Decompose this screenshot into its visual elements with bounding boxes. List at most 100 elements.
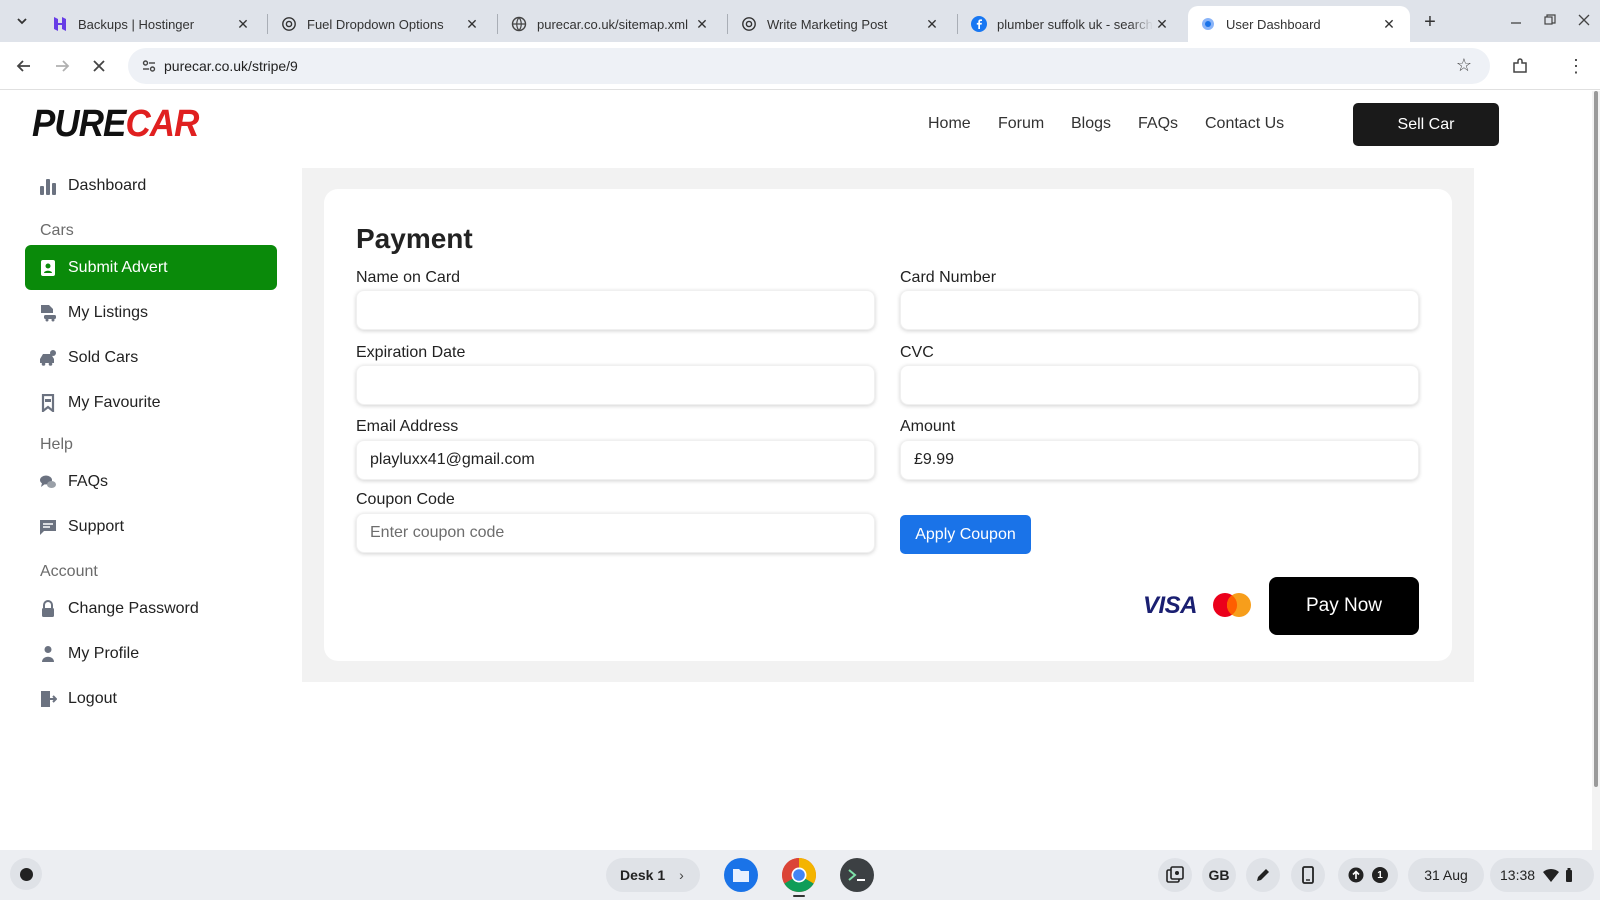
purecar-logo[interactable]: PURECAR [32,103,199,146]
sold-car-icon [38,348,58,368]
wifi-icon [1543,868,1560,882]
forward-arrow-icon[interactable] [50,54,74,78]
screen-capture-icon[interactable] [1158,858,1192,892]
tab-title: User Dashboard [1226,16,1321,32]
launcher-button[interactable] [10,858,42,890]
name-on-card-label: Name on Card [356,269,461,286]
date-display[interactable]: 31 Aug [1408,858,1484,892]
tab-facebook-search[interactable]: plumber suffolk uk - search ✕ [959,6,1183,42]
tab-user-dashboard[interactable]: User Dashboard ✕ [1188,6,1410,42]
phone-hub-icon[interactable] [1291,858,1325,892]
lock-icon [38,599,58,619]
openai-icon [741,16,757,32]
url-text: purecar.co.uk/stripe/9 [164,58,298,74]
email-address-input[interactable]: playluxx41@gmail.com [356,440,875,480]
sidebar-item-label: Support [68,517,125,535]
window-close-icon[interactable] [1570,8,1598,32]
close-icon[interactable]: ✕ [693,15,711,33]
sidebar-item-label: Change Password [68,599,199,617]
message-square-icon [38,517,58,537]
sell-car-button[interactable]: Sell Car [1353,103,1499,146]
sidebar-item-my-favourite[interactable]: My Favourite [25,380,277,425]
tab-divider [727,14,728,34]
tab-sitemap[interactable]: purecar.co.uk/sitemap.xml ✕ [499,6,723,42]
logout-door-icon [38,689,58,709]
sidebar-item-label: My Profile [68,644,140,662]
stop-loading-icon[interactable] [87,54,111,78]
upload-arrow-icon [1348,867,1364,883]
amount-input[interactable]: £9.99 [900,440,1419,480]
page-scrollbar[interactable] [1592,91,1600,850]
email-address-label: Email Address [356,418,459,435]
sidebar-item-faqs[interactable]: FAQs [25,459,277,504]
close-icon[interactable]: ✕ [1380,15,1398,33]
sidebar-item-my-profile[interactable]: My Profile [25,631,277,676]
new-tab-plus-icon[interactable]: + [1418,10,1442,34]
bookmark-star-icon[interactable]: ☆ [1456,55,1472,76]
sidebar-item-sold-cars[interactable]: Sold Cars [25,335,277,380]
close-icon[interactable]: ✕ [1153,15,1171,33]
tab-divider [497,14,498,34]
close-icon[interactable]: ✕ [234,15,252,33]
chat-bubbles-icon [38,472,58,492]
globe-icon [511,16,527,32]
sidebar-item-logout[interactable]: Logout [25,676,277,721]
tab-search-chevron-icon[interactable] [10,9,34,33]
close-icon[interactable]: ✕ [463,15,481,33]
notification-count-badge: 1 [1372,867,1388,883]
card-number-input[interactable] [900,290,1419,330]
sidebar-item-submit-advert[interactable]: Submit Advert [25,245,277,290]
browser-menu-icon[interactable]: ⋮ [1566,54,1586,78]
restore-icon[interactable] [1536,8,1564,32]
facebook-icon [971,16,987,32]
card-number-label: Card Number [900,269,997,286]
desk-switcher[interactable]: Desk 1 › [606,858,700,892]
name-on-card-input[interactable] [356,290,875,330]
hostinger-icon [52,16,68,32]
sidebar-heading-help: Help [40,436,73,453]
sidebar-item-my-listings[interactable]: My Listings [25,290,277,335]
nav-home[interactable]: Home [928,115,971,133]
scrollbar-thumb[interactable] [1594,91,1598,787]
sidebar-item-label: Submit Advert [68,258,168,276]
coupon-code-input[interactable]: Enter coupon code [356,513,875,553]
visa-logo: VISA [1143,592,1198,619]
sidebar-item-dashboard[interactable]: Dashboard [25,163,277,208]
tab-write-marketing-post[interactable]: Write Marketing Post ✕ [729,6,953,42]
expiration-date-input[interactable] [356,365,875,405]
apply-coupon-button[interactable]: Apply Coupon [900,515,1031,554]
cvc-label: CVC [900,344,934,361]
bar-chart-icon [38,176,58,196]
close-icon[interactable]: ✕ [923,15,941,33]
mastercard-logo-icon [1213,593,1251,617]
pay-now-button[interactable]: Pay Now [1269,577,1419,635]
tab-fuel-dropdown[interactable]: Fuel Dropdown Options ✕ [269,6,493,42]
sidebar-item-support[interactable]: Support [25,504,277,549]
nav-faqs[interactable]: FAQs [1138,115,1178,133]
nav-blogs[interactable]: Blogs [1071,115,1111,133]
status-area[interactable]: 13:38 [1490,858,1594,892]
stylus-pen-icon[interactable] [1246,858,1280,892]
tab-title: Fuel Dropdown Options [307,16,444,32]
sidebar-item-label: Logout [68,689,117,707]
chrome-app-icon[interactable] [782,858,816,892]
back-arrow-icon[interactable] [12,54,36,78]
terminal-app-icon[interactable] [840,858,874,892]
minimize-icon[interactable] [1502,8,1530,32]
openai-icon [281,16,297,32]
tab-backups-hostinger[interactable]: Backups | Hostinger ✕ [40,6,264,42]
nav-contact-us[interactable]: Contact Us [1205,115,1284,133]
notification-tray[interactable]: 1 [1338,858,1398,892]
nav-forum[interactable]: Forum [998,115,1044,133]
extensions-puzzle-icon[interactable] [1508,54,1532,78]
cvc-input[interactable] [900,365,1419,405]
desk-label: Desk 1 [620,867,666,883]
keyboard-layout-indicator[interactable]: GB [1202,858,1236,892]
sidebar-item-change-password[interactable]: Change Password [25,586,277,631]
files-app-icon[interactable] [724,858,758,892]
site-settings-icon[interactable] [140,57,158,75]
address-bar[interactable]: purecar.co.uk/stripe/9 ☆ [128,48,1490,84]
user-icon [38,644,58,664]
sidebar-item-label: Dashboard [68,176,147,194]
chevron-right-icon: › [679,867,684,883]
